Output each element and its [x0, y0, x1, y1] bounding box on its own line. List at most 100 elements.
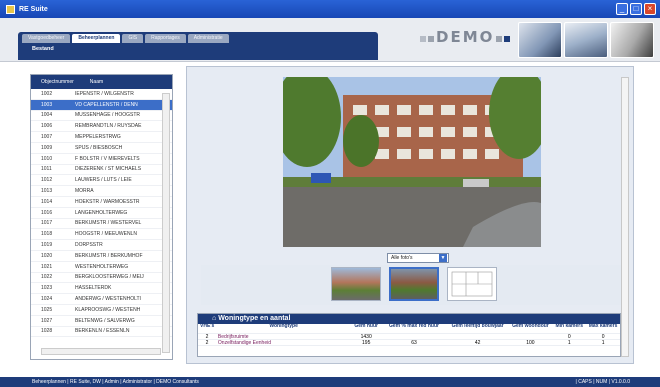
- object-number: 1016: [41, 209, 53, 216]
- list-item[interactable]: 1003 VD CAPELLENSTR / DENN: [31, 99, 172, 111]
- list-item[interactable]: 1012 LAUWERS / LUTS / LEIE: [31, 175, 172, 187]
- list-item[interactable]: 1020 BERKUMSTR / BERKUMHOF: [31, 251, 172, 262]
- object-number: 1014: [41, 198, 53, 205]
- object-list-panel: Objectnummer Naam 1002 IEPENSTR / WILGENS…: [30, 74, 173, 360]
- table-cell: [381, 334, 447, 339]
- list-item[interactable]: 1009 SPIJS / BIESBOSCH: [31, 143, 172, 154]
- table-cell: 100: [526, 340, 535, 345]
- table-cell: 42: [474, 340, 481, 345]
- object-name: BERKUMSTR / BERKUMHOF: [75, 252, 143, 259]
- object-name: BERGKLOOSTERWEG / MEIJ: [75, 274, 144, 281]
- tab-rapportages[interactable]: Rapportages: [145, 34, 186, 43]
- list-item[interactable]: 1002 IEPENSTR / WILGENSTR: [31, 89, 172, 100]
- object-number: 1003: [41, 101, 53, 108]
- object-name: REMBRANDTLN / RUYSDAE: [75, 123, 142, 130]
- status-bar: Beheerplannen | RE Suite, DW | Admin | A…: [0, 377, 660, 387]
- table-cell: [509, 334, 553, 339]
- list-item[interactable]: 1016 LANGENHOLTERWEG: [31, 208, 172, 219]
- object-number: 1028: [41, 328, 53, 335]
- table-cell: [447, 334, 509, 339]
- thumbnail-floorplan[interactable]: [447, 267, 497, 301]
- tab-vastgoedbeheer[interactable]: Vastgoedbeheer: [22, 34, 71, 43]
- object-number: 1024: [41, 296, 53, 303]
- close-button[interactable]: ×: [644, 3, 656, 15]
- object-number: 1009: [41, 144, 53, 151]
- table-cell: 2: [205, 334, 209, 339]
- brand-text: DEMO: [436, 28, 495, 46]
- list-vertical-scrollbar[interactable]: [162, 93, 170, 353]
- list-item[interactable]: 1027 BELTENWG / SALVERWG: [31, 316, 172, 327]
- list-item[interactable]: 1024 ANDERWG / WESTENHOLTI: [31, 294, 172, 305]
- list-item[interactable]: 1025 KLAPROOSWG / WESTENH: [31, 305, 172, 316]
- status-left: Beheerplannen | RE Suite, DW | Admin | A…: [32, 379, 199, 385]
- col-naam[interactable]: Naam: [90, 75, 103, 89]
- col-objectnummer[interactable]: Objectnummer: [41, 75, 74, 89]
- list-item[interactable]: 1010 F BOLSTR / V MIEREVELTS: [31, 154, 172, 165]
- object-number: 1012: [41, 177, 53, 184]
- table-cell: 1: [601, 340, 605, 345]
- table-row: 2 Onzelfstandige Eenheid 195 63 42 100 1 1: [198, 340, 620, 346]
- list-item[interactable]: 1021 WESTENHOLTERWEG: [31, 262, 172, 273]
- object-name: KLAPROOSWG / WESTENH: [75, 306, 141, 313]
- object-name: WESTENHOLTERWEG: [75, 263, 129, 270]
- list-item[interactable]: 1006 REMBRANDTLN / RUYSDAE: [31, 121, 172, 133]
- table-cell: 63: [411, 340, 417, 345]
- header-photos: [518, 22, 654, 58]
- object-name: SPIJS / BIESBOSCH: [75, 144, 123, 151]
- thumbnail-1[interactable]: [331, 267, 381, 301]
- header-photo-handshake: [610, 22, 654, 58]
- object-name: MORRA: [75, 188, 94, 195]
- table-cell[interactable]: Onzelfstandige Eenheid: [216, 340, 351, 345]
- brand-logo: DEMO: [420, 28, 512, 46]
- th-max-kamers: Max kamers: [588, 324, 618, 329]
- table-cell[interactable]: Bedrijfsruimte: [216, 334, 351, 339]
- chevron-down-icon[interactable]: ▼: [439, 254, 447, 262]
- window-title: RE Suite: [19, 5, 48, 13]
- list-item[interactable]: 1011 DIEZERENK / ST MICHAELS: [31, 165, 172, 176]
- list-item[interactable]: 1017 BERKUMSTR / WESTERVEL: [31, 219, 172, 230]
- object-list-header: Objectnummer Naam: [31, 75, 172, 89]
- th-gem-huur: Gem huur: [354, 324, 378, 329]
- object-name: DORPSSTR: [75, 242, 103, 249]
- object-name: BERKUMSTR / WESTERVEL: [75, 220, 142, 227]
- list-item[interactable]: 1019 DORPSSTR: [31, 240, 172, 251]
- object-number: 1021: [41, 263, 53, 270]
- minimize-button[interactable]: _: [616, 3, 628, 15]
- object-name: HOOGSTR / MEEUWENLN: [75, 231, 137, 238]
- object-name: DIEZERENK / ST MICHAELS: [75, 166, 142, 173]
- app-icon: [6, 4, 15, 14]
- object-name: MEPPELERSTRWG: [75, 134, 121, 141]
- object-name: LAUWERS / LUTS / LEIE: [75, 177, 132, 184]
- detail-vertical-scrollbar[interactable]: [621, 77, 629, 357]
- tab-beheerplannen[interactable]: Beheerplannen: [72, 34, 121, 43]
- object-name: BELTENWG / SALVERWG: [75, 317, 135, 324]
- object-number: 1017: [41, 220, 53, 227]
- list-item[interactable]: 1004 MUSSENHAGE / HOOGSTR: [31, 111, 172, 122]
- list-item[interactable]: 1023 HASSELTERDK: [31, 283, 172, 295]
- tab-gis[interactable]: GIS: [122, 34, 144, 43]
- list-horizontal-scrollbar[interactable]: [41, 348, 161, 355]
- list-item[interactable]: 1028 BERKENLN / ESSENLN: [31, 327, 172, 338]
- table-header-row: VHE's Woningtype Gem huur Gem % max red …: [198, 324, 620, 334]
- header-photo-building: [564, 22, 608, 58]
- object-number: 1018: [41, 231, 53, 238]
- list-item[interactable]: 1014 HOEKSTR / WARMOESSTR: [31, 197, 172, 208]
- subnav-bestand[interactable]: Bestand: [32, 46, 54, 52]
- list-item[interactable]: 1018 HOOGSTR / MEEUWENLN: [31, 229, 172, 241]
- object-list: 1002 IEPENSTR / WILGENSTR 1003 VD CAPELLENS…: [31, 89, 172, 338]
- th-vhe: VHE's: [200, 324, 215, 329]
- tab-administratie[interactable]: Administratie: [187, 34, 229, 43]
- thumbnail-2[interactable]: [389, 267, 439, 301]
- th-gem-pct-max: Gem % max red huur: [388, 324, 439, 329]
- list-item[interactable]: 1007 MEPPELERSTRWG: [31, 132, 172, 143]
- object-name: F BOLSTR / V MIEREVELTS: [75, 155, 140, 162]
- status-right: | CAPS | NUM | V1.0.0.0: [575, 379, 630, 385]
- list-item[interactable]: 1022 BERGKLOOSTERWEG / MEIJ: [31, 273, 172, 284]
- object-name: ANDERWG / WESTENHOLTI: [75, 296, 141, 303]
- th-gem-leeftijd: Gem leeftijd bouwjaar: [451, 324, 504, 329]
- window-titlebar: RE Suite: [0, 0, 660, 18]
- maximize-button[interactable]: □: [630, 3, 642, 15]
- photo-filter-select[interactable]: Alle foto's ▼: [387, 253, 449, 263]
- list-item[interactable]: 1013 MORRA: [31, 186, 172, 197]
- main-nav: Vastgoedbeheer Beheerplannen GIS Rapport…: [18, 32, 378, 60]
